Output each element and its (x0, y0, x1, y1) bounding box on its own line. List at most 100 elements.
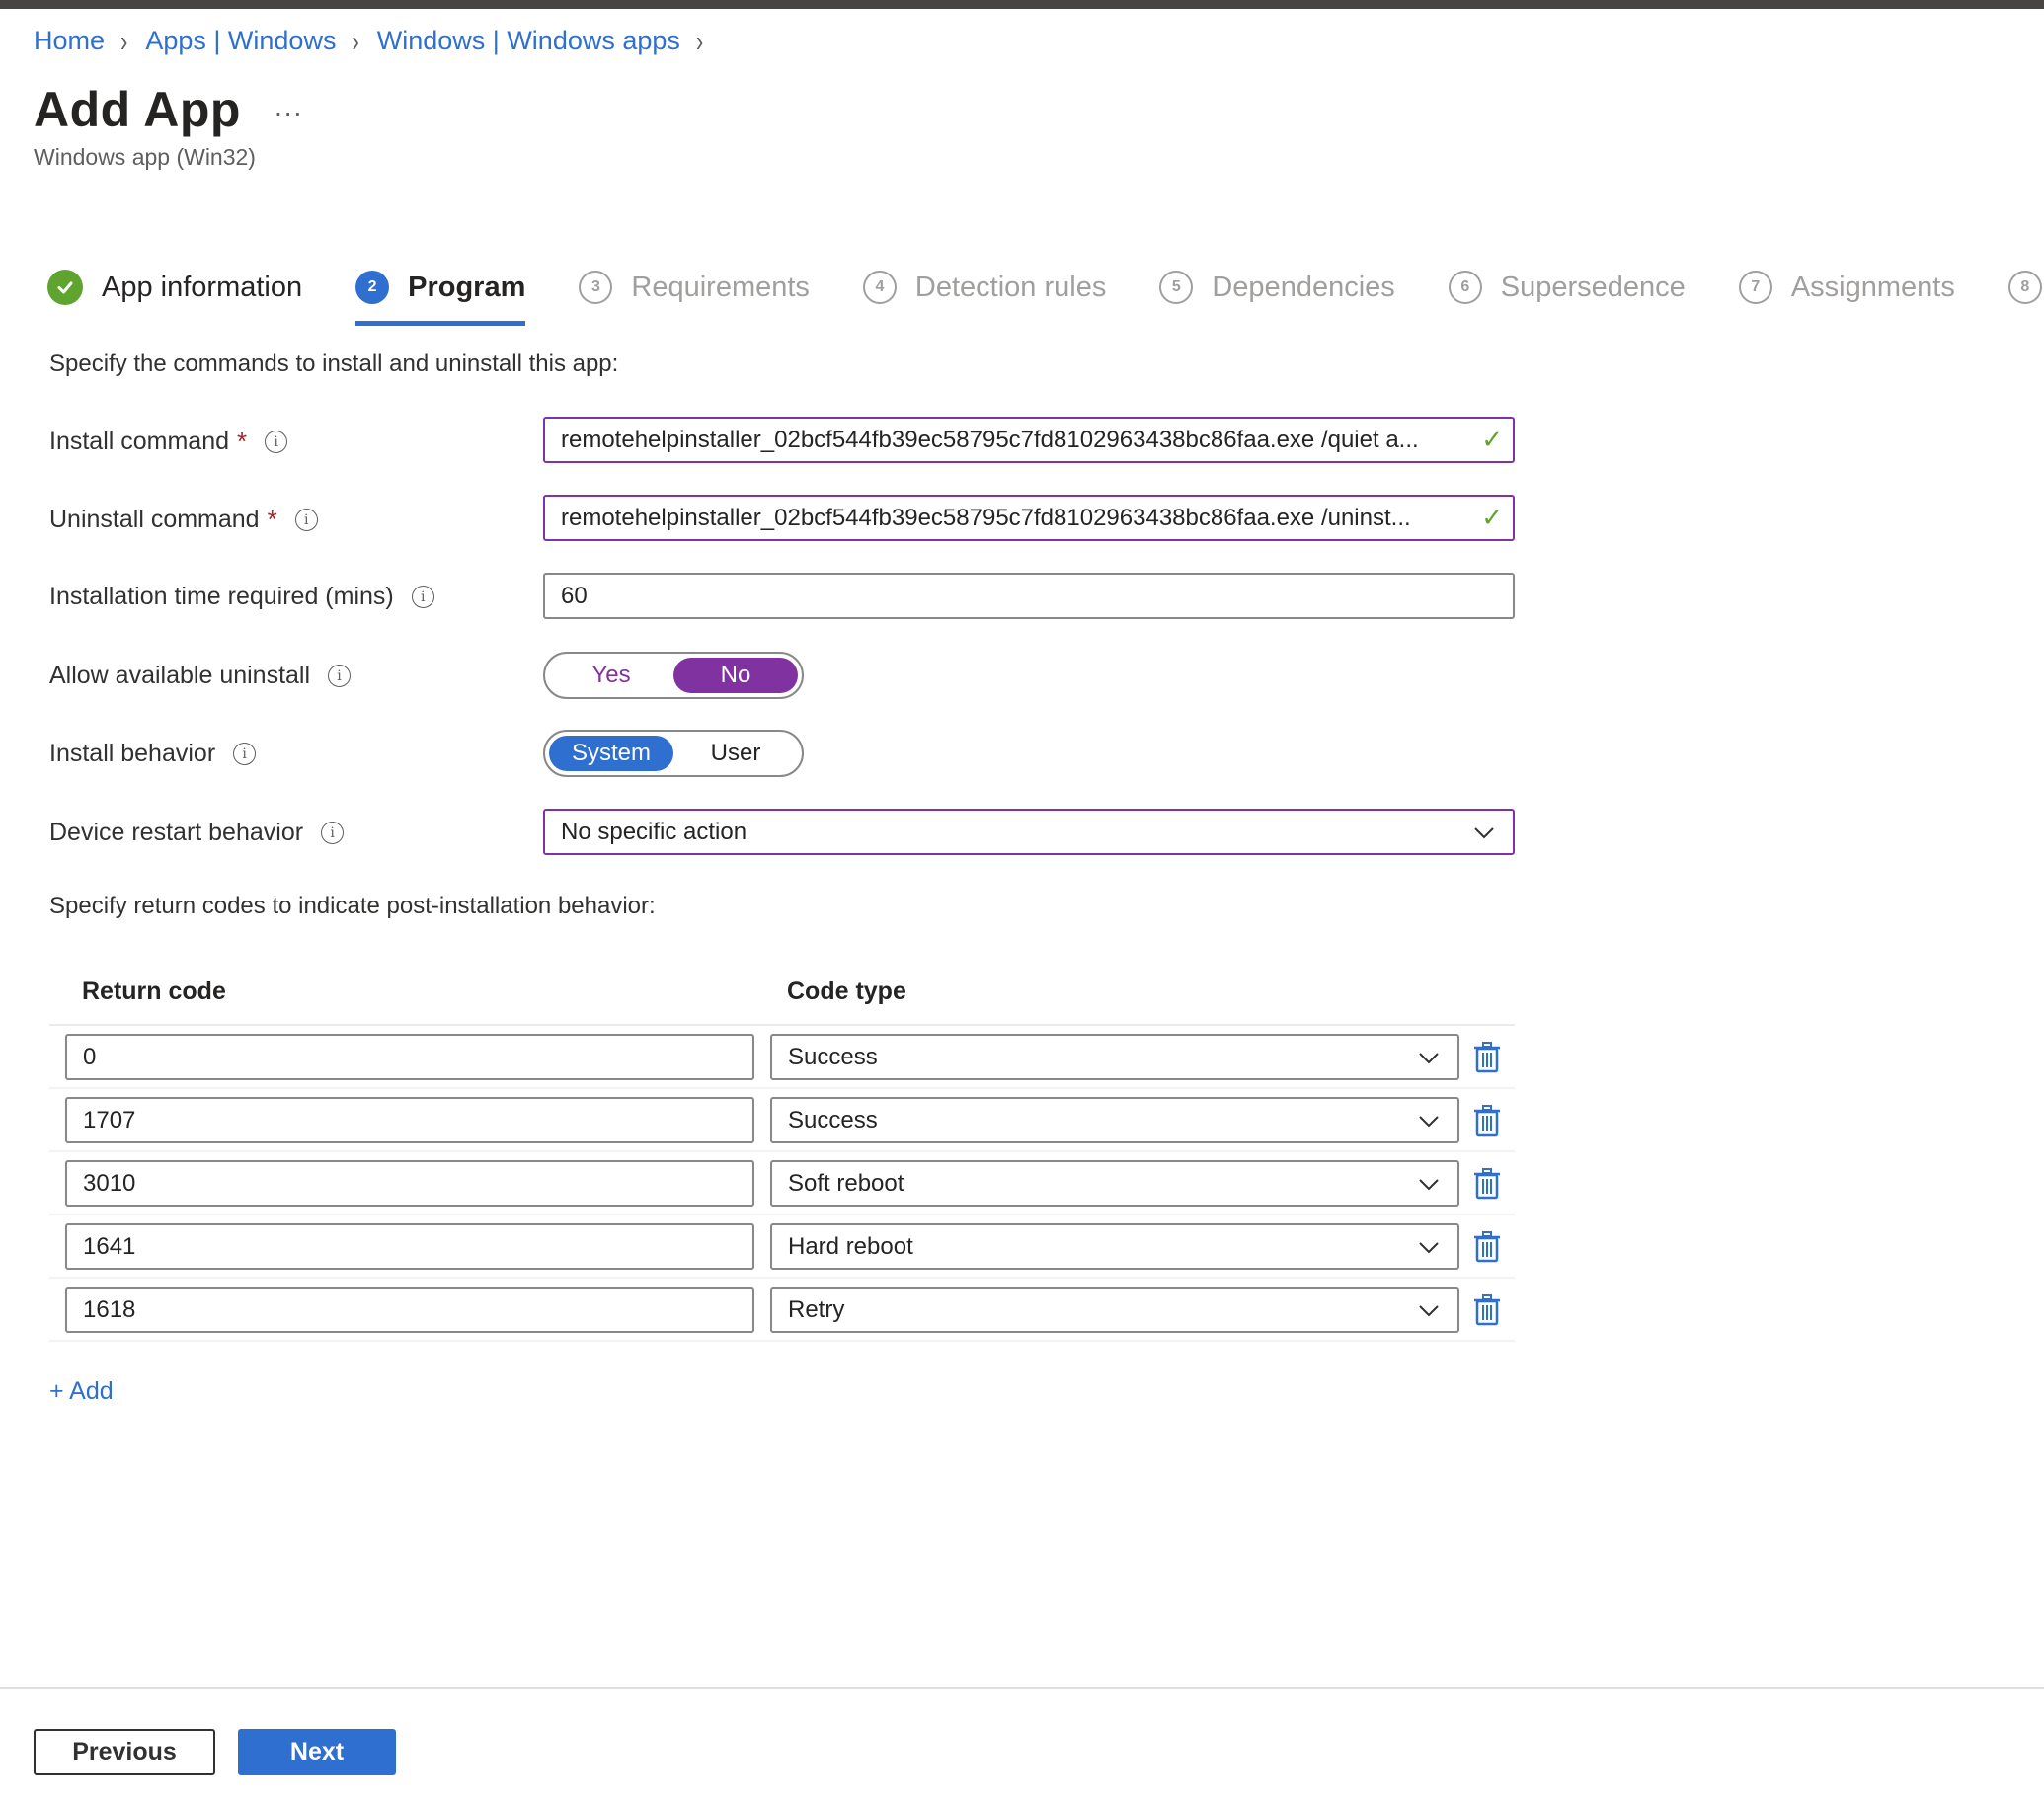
chevron-right-icon: › (352, 23, 359, 58)
return-code-input[interactable]: 0 (65, 1034, 754, 1080)
delete-trash-icon[interactable] (1473, 1168, 1501, 1200)
code-type-dropdown[interactable]: Hard reboot (770, 1223, 1459, 1270)
chevron-down-icon (1419, 1304, 1439, 1316)
return-code-value: 1707 (83, 1106, 136, 1134)
allow-uninstall-row: Allow available uninstall i Yes No (49, 652, 1515, 699)
code-type-value: Soft reboot (788, 1169, 904, 1197)
delete-trash-icon[interactable] (1473, 1231, 1501, 1263)
tab-review[interactable]: 8 Revi (2007, 265, 2044, 310)
delete-trash-icon[interactable] (1473, 1294, 1501, 1326)
chevron-right-icon: › (695, 23, 704, 58)
tab-app-information[interactable]: App information (47, 265, 302, 310)
install-behavior-user[interactable]: User (673, 736, 798, 771)
table-row: 1618 Retry (49, 1279, 1515, 1342)
tab-dependencies[interactable]: 5 Dependencies (1159, 265, 1395, 310)
chevron-down-icon (1419, 1178, 1439, 1190)
info-icon[interactable]: i (265, 431, 288, 453)
chevron-right-icon: › (120, 23, 128, 58)
return-code-input[interactable]: 1641 (65, 1223, 754, 1270)
return-codes-table: Return code Code type 0 Success 1707 Succes… (49, 976, 1515, 1342)
info-icon[interactable]: i (294, 509, 318, 531)
info-icon[interactable]: i (328, 665, 352, 687)
valid-checkmark-icon: ✓ (1481, 503, 1503, 532)
tab-label: Program (408, 271, 526, 303)
column-header-code-type: Code type (787, 978, 906, 1005)
install-time-row: Installation time required (mins) i 60 (49, 573, 1515, 620)
more-options-button[interactable]: ... (275, 91, 303, 122)
info-icon[interactable]: i (233, 743, 257, 765)
code-type-dropdown[interactable]: Retry (770, 1287, 1459, 1333)
step-number-badge: 7 (1738, 271, 1772, 304)
top-bar (0, 0, 2044, 9)
restart-behavior-dropdown[interactable]: No specific action (543, 809, 1515, 855)
tab-assignments[interactable]: 7 Assignments (1738, 265, 1955, 310)
table-row: 1641 Hard reboot (49, 1215, 1515, 1279)
add-return-code-button[interactable]: + Add (49, 1377, 114, 1406)
chevron-down-icon (1474, 826, 1494, 838)
install-command-input[interactable]: remotehelpinstaller_02bcf544fb39ec58795c… (543, 417, 1515, 463)
breadcrumb-home[interactable]: Home (34, 26, 105, 56)
return-code-value: 3010 (83, 1169, 136, 1197)
info-icon[interactable]: i (411, 586, 434, 608)
tab-label: Supersedence (1500, 271, 1686, 303)
chevron-down-icon (1419, 1241, 1439, 1253)
tab-detection-rules[interactable]: 4 Detection rules (862, 265, 1107, 310)
next-button[interactable]: Next (238, 1729, 396, 1775)
step-number-badge: 6 (1448, 271, 1482, 304)
install-behavior-label: Install behavior (49, 740, 216, 767)
chevron-down-icon (1419, 1052, 1439, 1063)
install-behavior-toggle: System User (543, 730, 804, 777)
install-time-label: Installation time required (mins) (49, 583, 394, 610)
table-header: Return code Code type (49, 976, 1515, 1026)
info-icon[interactable]: i (321, 822, 345, 844)
code-type-value: Retry (788, 1295, 845, 1323)
tab-requirements[interactable]: 3 Requirements (579, 265, 810, 310)
table-row: 3010 Soft reboot (49, 1152, 1515, 1215)
install-time-value: 60 (561, 582, 588, 609)
tab-label: Dependencies (1212, 271, 1395, 303)
return-code-input[interactable]: 3010 (65, 1160, 754, 1207)
column-header-return-code: Return code (82, 978, 226, 1005)
tab-label: App information (102, 271, 303, 303)
return-code-value: 1618 (83, 1295, 136, 1323)
code-type-dropdown[interactable]: Soft reboot (770, 1160, 1459, 1207)
breadcrumb: Home › Apps | Windows › Windows | Window… (34, 23, 721, 58)
install-behavior-system[interactable]: System (549, 736, 673, 771)
tab-supersedence[interactable]: 6 Supersedence (1448, 265, 1686, 310)
allow-uninstall-label: Allow available uninstall (49, 662, 311, 689)
allow-uninstall-no[interactable]: No (673, 658, 798, 693)
restart-behavior-row: Device restart behavior i No specific ac… (49, 809, 1515, 856)
tab-program[interactable]: 2 Program (355, 265, 526, 326)
install-behavior-row: Install behavior i System User (49, 730, 1515, 777)
return-codes-intro-text: Specify return codes to indicate post-in… (49, 893, 656, 919)
return-code-input[interactable]: 1618 (65, 1287, 754, 1333)
breadcrumb-windows-apps[interactable]: Windows | Windows apps (377, 26, 680, 56)
step-number-badge: 2 (355, 271, 390, 304)
delete-trash-icon[interactable] (1473, 1105, 1501, 1137)
code-type-dropdown[interactable]: Success (770, 1097, 1459, 1143)
allow-uninstall-yes[interactable]: Yes (549, 658, 673, 693)
previous-button[interactable]: Previous (34, 1729, 215, 1775)
code-type-dropdown[interactable]: Success (770, 1034, 1459, 1080)
uninstall-command-input[interactable]: remotehelpinstaller_02bcf544fb39ec58795c… (543, 495, 1515, 541)
install-time-input[interactable]: 60 (543, 573, 1515, 619)
install-command-row: Install command * i remotehelpinstaller_… (49, 417, 1515, 464)
uninstall-command-label: Uninstall command (49, 506, 260, 533)
footer-divider (0, 1687, 2044, 1689)
code-type-value: Hard reboot (788, 1232, 913, 1260)
breadcrumb-apps-windows[interactable]: Apps | Windows (145, 26, 336, 56)
code-type-value: Success (788, 1106, 878, 1134)
step-number-badge: 3 (579, 271, 613, 304)
step-number-badge: 8 (2007, 271, 2042, 304)
table-row: 0 Success (49, 1026, 1515, 1089)
return-code-value: 0 (83, 1043, 97, 1070)
delete-trash-icon[interactable] (1473, 1042, 1501, 1073)
restart-behavior-label: Device restart behavior (49, 819, 304, 846)
table-row: 1707 Success (49, 1089, 1515, 1152)
return-code-input[interactable]: 1707 (65, 1097, 754, 1143)
restart-behavior-value: No specific action (561, 818, 747, 845)
uninstall-command-value: remotehelpinstaller_02bcf544fb39ec58795c… (561, 504, 1411, 531)
tab-label: Detection rules (914, 271, 1107, 303)
required-asterisk: * (267, 505, 277, 534)
install-command-label: Install command (49, 428, 230, 455)
